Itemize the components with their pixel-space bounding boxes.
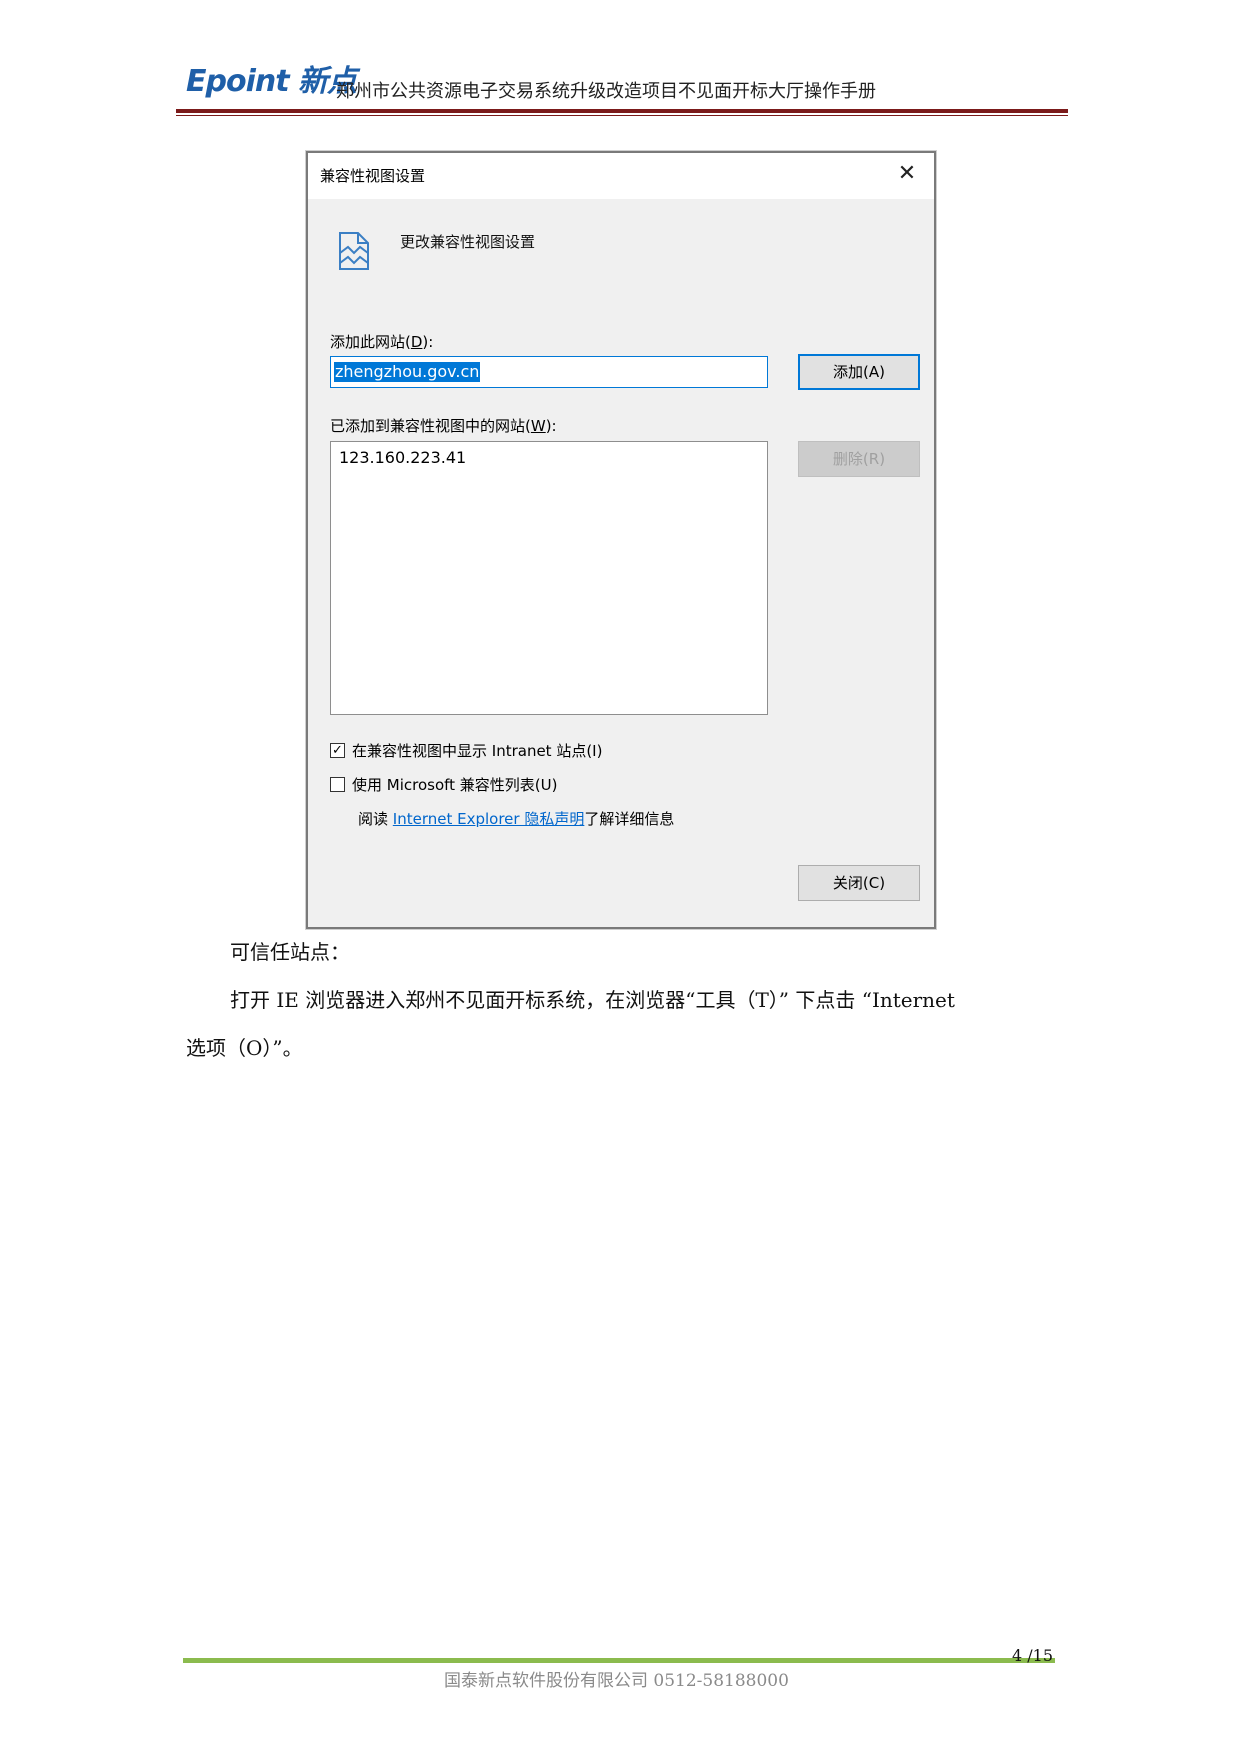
added-sites-label: 已添加到兼容性视图中的网站(W): xyxy=(330,417,557,435)
intranet-checkbox[interactable]: ✓ xyxy=(330,743,345,758)
add-site-label: 添加此网站(D): xyxy=(330,333,434,351)
close-icon[interactable]: ✕ xyxy=(894,161,920,187)
add-site-input-value: zhengzhou.gov.cn xyxy=(334,362,481,382)
ms-list-checkbox-label: 使用 Microsoft 兼容性列表(U) xyxy=(352,776,558,794)
list-item[interactable]: 123.160.223.41 xyxy=(339,448,466,467)
dialog-titlebar: 兼容性视图设置 ✕ xyxy=(308,153,934,199)
intranet-checkbox-label: 在兼容性视图中显示 Intranet 站点(I) xyxy=(352,742,603,760)
remove-button[interactable]: 删除(R) xyxy=(798,441,920,477)
paragraph-line-2: 选项（O）”。 xyxy=(186,1036,303,1060)
compatibility-view-dialog: 兼容性视图设置 ✕ 更改兼容性视图设置 添加此网站(D): zhengzhou.… xyxy=(306,151,936,929)
paragraph-line-1: 打开 IE 浏览器进入郑州不见面开标系统，在浏览器“工具（T）” 下点击 “In… xyxy=(230,988,955,1012)
add-button[interactable]: 添加(A) xyxy=(798,354,920,390)
close-button[interactable]: 关闭(C) xyxy=(798,865,920,901)
dialog-heading: 更改兼容性视图设置 xyxy=(400,233,536,251)
header-rule-thin xyxy=(176,115,1068,116)
dialog-title: 兼容性视图设置 xyxy=(320,167,426,185)
header-rule xyxy=(176,109,1068,113)
broken-page-icon xyxy=(339,232,369,270)
section-heading: 可信任站点： xyxy=(230,940,350,964)
page-number: 4 /15 xyxy=(1012,1646,1054,1665)
footer-rule xyxy=(183,1658,1055,1663)
ms-list-checkbox[interactable] xyxy=(330,777,345,792)
privacy-text: 阅读 Internet Explorer 隐私声明了解详细信息 xyxy=(358,810,675,828)
footer-company: 国泰新点软件股份有限公司 0512-58188000 xyxy=(444,1671,789,1691)
company-logo: Epoint 新点 xyxy=(186,64,357,99)
document-title: 郑州市公共资源电子交易系统升级改造项目不见面开标大厅操作手册 xyxy=(336,81,876,102)
add-site-input[interactable]: zhengzhou.gov.cn xyxy=(330,356,768,388)
added-sites-list[interactable]: 123.160.223.41 xyxy=(330,441,768,715)
privacy-link[interactable]: Internet Explorer 隐私声明 xyxy=(393,810,585,828)
